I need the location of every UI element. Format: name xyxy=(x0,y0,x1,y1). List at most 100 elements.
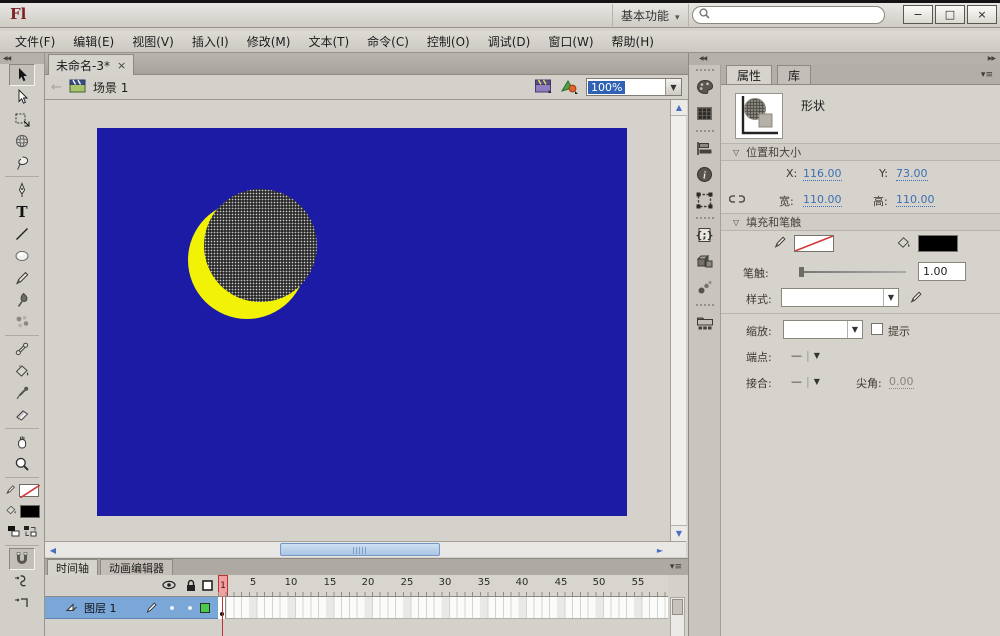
close-button[interactable]: × xyxy=(967,5,997,24)
selection-tool[interactable] xyxy=(9,64,35,86)
pen-tool[interactable] xyxy=(9,179,35,201)
tools-collapse-icon[interactable]: ◀◀ xyxy=(0,53,44,64)
dropdown-icon[interactable]: ▼ xyxy=(847,321,862,338)
collapse-strip-icon[interactable]: ◀◀ xyxy=(699,55,707,62)
drag-handle[interactable] xyxy=(695,217,714,219)
layer-name[interactable]: 图层 1 xyxy=(84,600,117,616)
selected-dark-circle[interactable] xyxy=(204,189,317,302)
stage-canvas[interactable] xyxy=(97,128,627,516)
cap-dropdown[interactable]: — | ▼ xyxy=(791,349,820,362)
default-colors-icon[interactable] xyxy=(7,525,20,541)
timeline-scrollbar[interactable] xyxy=(670,597,685,636)
menu-text[interactable]: 文本(T) xyxy=(299,31,358,52)
menu-view[interactable]: 视图(V) xyxy=(123,31,183,52)
zoom-dropdown-icon[interactable]: ▼ xyxy=(665,79,681,95)
info-panel-icon[interactable]: i xyxy=(693,162,717,186)
swatches-panel-icon[interactable] xyxy=(693,101,717,125)
menu-file[interactable]: 文件(F) xyxy=(6,31,64,52)
layer-lock-dot[interactable] xyxy=(188,606,192,610)
edit-symbols-button[interactable] xyxy=(560,78,578,97)
lock-all-layers-icon[interactable] xyxy=(185,579,197,595)
tab-motion-editor[interactable]: 动画编辑器 xyxy=(100,559,173,575)
eraser-tool[interactable] xyxy=(9,404,35,426)
edit-scene-button[interactable] xyxy=(534,78,552,96)
search-box[interactable] xyxy=(692,6,885,24)
swap-colors-icon[interactable] xyxy=(23,525,38,541)
components-panel-icon[interactable] xyxy=(693,249,717,273)
outline-all-layers-icon[interactable] xyxy=(202,580,213,594)
workspace-switcher[interactable]: 基本功能 ▾ xyxy=(612,4,689,26)
pencil-tool[interactable] xyxy=(9,267,35,289)
color-panel-icon[interactable] xyxy=(693,75,717,99)
menu-debug[interactable]: 调试(D) xyxy=(479,31,540,52)
scroll-right-icon[interactable]: ► xyxy=(652,543,668,557)
menu-control[interactable]: 控制(O) xyxy=(418,31,479,52)
horizontal-scrollbar[interactable]: ◀ ► xyxy=(45,541,686,557)
zoom-control[interactable]: 100% ▼ xyxy=(586,78,682,96)
document-tab[interactable]: 未命名-3* × xyxy=(48,54,135,75)
tab-close-icon[interactable]: × xyxy=(117,59,126,72)
snap-to-objects-toggle[interactable] xyxy=(9,548,35,570)
section-fill-stroke[interactable]: ▽ 填充和笔触 xyxy=(721,213,1000,231)
lasso-tool[interactable] xyxy=(9,152,35,174)
drag-handle[interactable] xyxy=(695,304,714,306)
3d-rotation-tool[interactable] xyxy=(9,130,35,152)
zoom-tool[interactable] xyxy=(9,453,35,475)
project-panel-icon[interactable] xyxy=(693,310,717,334)
layer-outline-color-swatch[interactable] xyxy=(200,603,210,613)
collapse-panel-icon[interactable]: ▶▶ xyxy=(988,55,996,62)
height-value[interactable]: 110.00 xyxy=(896,193,935,207)
bone-tool[interactable] xyxy=(9,338,35,360)
oval-tool[interactable] xyxy=(9,245,35,267)
fill-color-control[interactable] xyxy=(5,501,40,522)
hand-tool[interactable] xyxy=(9,431,35,453)
stroke-color-swatch[interactable] xyxy=(19,484,40,498)
search-input[interactable] xyxy=(714,8,878,22)
stroke-color-control[interactable] xyxy=(5,480,40,501)
menu-commands[interactable]: 命令(C) xyxy=(358,31,418,52)
dropdown-icon[interactable]: ▼ xyxy=(883,289,898,306)
motion-presets-panel-icon[interactable] xyxy=(693,275,717,299)
hscroll-thumb[interactable] xyxy=(280,543,440,556)
width-value[interactable]: 110.00 xyxy=(803,193,842,207)
paint-bucket-tool[interactable] xyxy=(9,360,35,382)
fill-color-swatch[interactable] xyxy=(918,235,958,252)
back-arrow-icon[interactable]: ← xyxy=(51,80,62,95)
miter-value[interactable]: 0.00 xyxy=(889,375,914,389)
stroke-slider-thumb[interactable] xyxy=(799,267,804,277)
link-width-height-icon[interactable] xyxy=(728,192,746,209)
tab-properties[interactable]: 属性 xyxy=(726,65,773,84)
x-value[interactable]: 116.00 xyxy=(803,167,842,181)
properties-panel-menu-icon[interactable]: ▾≡ xyxy=(981,70,993,80)
menu-edit[interactable]: 编辑(E) xyxy=(64,31,123,52)
vertical-scrollbar[interactable]: ▲ ▼ xyxy=(670,100,687,541)
edit-stroke-style-icon[interactable] xyxy=(909,290,923,307)
scale-dropdown[interactable]: ▼ xyxy=(783,320,863,339)
free-transform-tool[interactable] xyxy=(9,108,35,130)
drag-handle[interactable] xyxy=(695,130,714,132)
menu-help[interactable]: 帮助(H) xyxy=(603,31,663,52)
brush-tool[interactable] xyxy=(9,289,35,311)
pasteboard[interactable] xyxy=(45,100,670,541)
y-value[interactable]: 73.00 xyxy=(896,167,928,181)
drag-handle[interactable] xyxy=(695,69,714,71)
section-position-size[interactable]: ▽ 位置和大小 xyxy=(721,143,1000,161)
timeline-scroll-thumb[interactable] xyxy=(672,599,683,615)
scroll-left-icon[interactable]: ◀ xyxy=(45,543,61,557)
layer-row[interactable]: 图层 1 xyxy=(45,597,218,619)
text-tool[interactable]: T xyxy=(9,201,35,223)
straighten-option[interactable] xyxy=(9,592,35,614)
deco-tool[interactable] xyxy=(9,311,35,333)
transform-panel-icon[interactable] xyxy=(693,188,717,212)
layer-visibility-dot[interactable] xyxy=(170,606,174,610)
stroke-value-input[interactable]: 1.00 xyxy=(918,262,966,281)
stroke-slider-track[interactable] xyxy=(801,271,906,273)
timeline-ruler[interactable]: 1 5 10 15 20 25 30 35 40 45 50 55 xyxy=(218,575,668,597)
zoom-value[interactable]: 100% xyxy=(588,80,626,94)
fill-color-swatch[interactable] xyxy=(19,505,40,518)
layer-frames[interactable] xyxy=(218,597,668,619)
eyedropper-tool[interactable] xyxy=(9,382,35,404)
tab-library[interactable]: 库 xyxy=(777,65,812,84)
join-dropdown[interactable]: — | ▼ xyxy=(791,375,820,388)
align-panel-icon[interactable] xyxy=(693,136,717,160)
